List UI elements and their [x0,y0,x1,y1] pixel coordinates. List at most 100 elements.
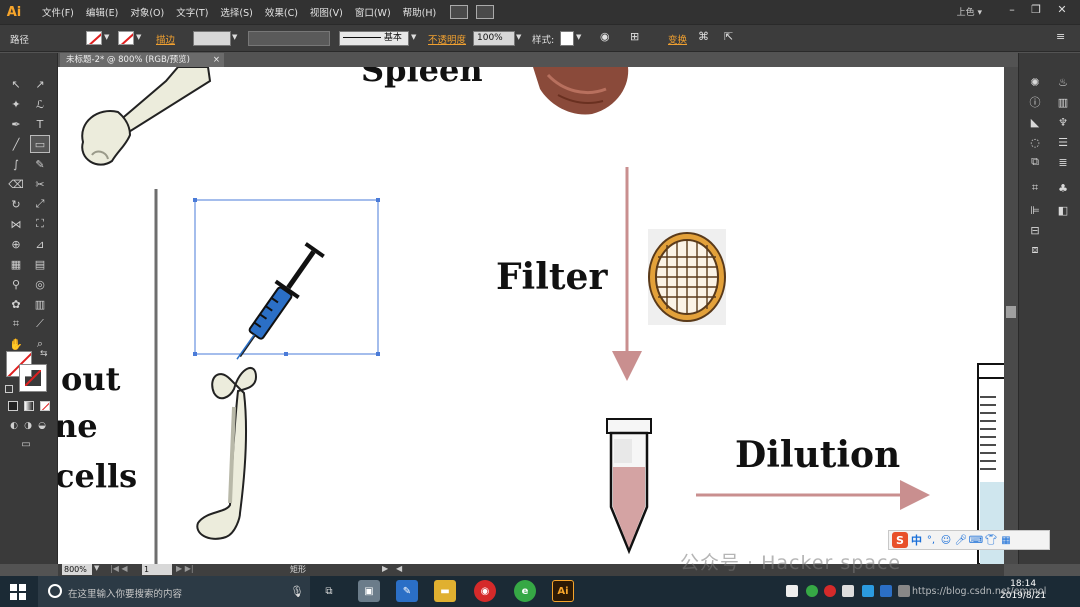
sogou-logo-icon[interactable]: S [892,532,908,548]
fill-swatch[interactable] [86,31,102,45]
femur-bone[interactable] [196,366,258,540]
gradient-tool-icon[interactable]: ▤ [30,255,50,273]
chevron-down-icon[interactable]: ▼ [516,33,524,43]
info-panel-icon[interactable]: ⓘ [1025,93,1045,111]
gradient-mode-icon[interactable] [24,401,34,411]
chevron-down-icon[interactable]: ▼ [104,33,112,43]
color-guide-icon[interactable]: ♨ [1053,73,1073,91]
vertical-scrollbar[interactable] [1004,67,1018,564]
task-view-icon[interactable]: ⧉ [318,580,340,602]
recolor-artwork-icon[interactable]: ◉ [600,30,610,43]
menu-help[interactable]: 帮助(H) [397,0,443,24]
stroke-box[interactable] [19,364,47,392]
paintbrush-icon[interactable]: ∫ [6,155,26,173]
ime-mode-toggle[interactable]: 中 [911,532,922,548]
zoom-field[interactable]: 800% [62,564,92,575]
color-panel-icon[interactable]: ✺ [1025,73,1045,91]
align-options-icon[interactable]: ⊞ [630,30,639,43]
centrifuge-tube-icon[interactable] [606,418,652,555]
taskbar-app-sticky-icon[interactable]: ✎ [396,580,418,602]
direct-selection-tool-icon[interactable]: ↗ [30,75,50,93]
transform-label[interactable]: 变换 [668,32,687,46]
filter-mesh-icon[interactable] [648,229,726,325]
skin-icon[interactable]: 👕︎ [985,534,998,546]
emoji-icon[interactable]: ☺ [940,534,952,546]
line-tool-icon[interactable]: ╱ [6,135,26,153]
restore-button[interactable]: ❐ [1024,0,1048,18]
scissors-icon[interactable]: ✂ [30,175,50,193]
stroke-weight-field[interactable] [193,31,231,46]
draw-inside-icon[interactable]: ◒ [32,417,52,435]
file-explorer-icon[interactable]: ▬ [434,580,456,602]
windows-start-icon[interactable] [10,584,26,600]
femur-top-left[interactable] [81,67,212,166]
control-menu-icon[interactable]: ≡ [1056,30,1065,43]
scrollbar-thumb[interactable] [1006,306,1016,318]
menu-object[interactable]: 对象(O) [124,0,170,24]
pencil-icon[interactable]: ✎ [30,155,50,173]
left-text-cells[interactable]: cells [58,457,137,495]
close-button[interactable]: ✕ [1050,0,1074,18]
transparency-panel-icon[interactable]: ◌ [1025,133,1045,151]
punctuation-icon[interactable]: °, [925,534,937,546]
tray-app-window-icon[interactable] [842,585,854,597]
default-fill-stroke-icon[interactable] [5,385,13,393]
layers-panel-icon[interactable]: ≣ [1053,153,1073,171]
menu-edit[interactable]: 编辑(E) [80,0,124,24]
status-menu-icon[interactable]: ▶ [382,564,388,573]
network-icon[interactable] [898,585,910,597]
magic-wand-icon[interactable]: ✦ [6,95,26,113]
stroke-label[interactable]: 描边 [156,32,175,46]
microphone-icon[interactable]: 🎙︎ [290,585,304,598]
artboard-canvas[interactable]: Spleen out ne cells Filter Dilution [58,67,1004,564]
mesh-tool-icon[interactable]: ▦ [6,255,26,273]
perspective-grid-icon[interactable]: ⊿ [30,235,50,253]
dilution-label[interactable]: Dilution [735,434,900,476]
selection-tool-icon[interactable]: ↖ [6,75,26,93]
opacity-field[interactable]: 100% [473,31,515,46]
pen-tool-icon[interactable]: ✒ [6,115,26,133]
filter-label[interactable]: Filter [496,256,608,298]
width-tool-icon[interactable]: ⋈ [6,215,26,233]
slice-tool-icon[interactable]: ⟋ [30,315,50,333]
selection-box[interactable] [193,198,380,356]
eyedropper-icon[interactable]: ⚲ [6,275,26,293]
menu-view[interactable]: 视图(V) [304,0,349,24]
horizontal-scroll-left-icon[interactable]: ◀ [396,564,402,573]
artboards-panel-icon[interactable]: ⊟ [1025,221,1045,239]
menu-effect[interactable]: 效果(C) [259,0,304,24]
taskbar-app-remote-icon[interactable]: ▣ [358,580,380,602]
variable-width-profile[interactable] [248,31,330,46]
spleen-label[interactable]: Spleen [361,67,483,89]
swatches-panel-icon[interactable]: ▥ [1053,93,1073,111]
artboard-tool-icon[interactable]: ⌗ [6,315,26,333]
graphic-style-swatch[interactable] [560,31,574,46]
artboard-number-field[interactable]: 1 [142,564,172,575]
chevron-down-icon[interactable]: ▼ [411,33,419,43]
align-panel-icon[interactable]: ⊫ [1025,201,1045,219]
chevron-down-icon[interactable]: ▼ [232,33,240,43]
next-artboard-icon[interactable]: ▶ ▶| [176,564,194,573]
opacity-label[interactable]: 不透明度 [428,32,466,46]
taskbar-search-box[interactable]: 在这里输入你要搜索的内容 🎙︎ [38,576,310,607]
graph-tool-icon[interactable]: ▥ [30,295,50,313]
brush-definition[interactable]: 基本 [339,31,409,46]
shape-builder-icon[interactable]: ⊕ [6,235,26,253]
pathfinder-panel-icon[interactable]: ◧ [1053,201,1073,219]
symbol-sprayer-icon[interactable]: ✿ [6,295,26,313]
type-tool-icon[interactable]: T [30,115,50,133]
left-text-ne[interactable]: ne [58,407,98,445]
chevron-down-icon[interactable]: ▼ [136,33,144,43]
minimize-button[interactable]: – [1000,0,1024,18]
chevron-down-icon[interactable]: ▼ [576,33,584,43]
isolate-icon[interactable]: ⌘ [698,30,709,43]
transform-panel-icon[interactable]: ⌗ [1025,179,1045,197]
blend-tool-icon[interactable]: ◎ [30,275,50,293]
tray-app-edge-icon[interactable] [880,585,892,597]
appearance-panel-icon[interactable]: ☰ [1053,133,1073,151]
syringe-icon[interactable] [226,240,327,367]
bridge-icon[interactable] [450,5,469,19]
keyboard-icon[interactable]: ⌨ [969,534,983,546]
gradient-panel-icon[interactable]: ◣ [1025,113,1045,131]
graphic-styles-icon[interactable]: ⧉ [1025,153,1045,171]
